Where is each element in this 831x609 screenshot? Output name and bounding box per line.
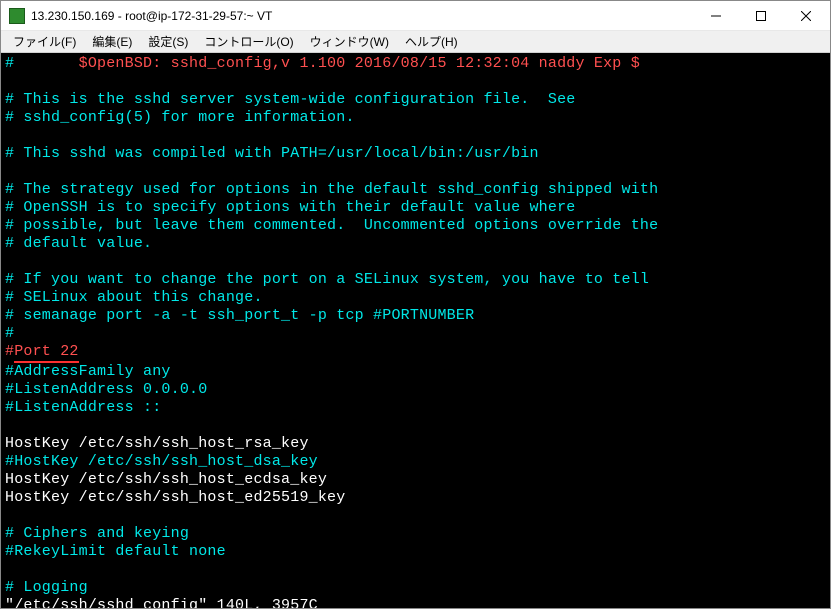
port-line: Port 22 (14, 343, 78, 363)
menu-settings[interactable]: 設定(S) (140, 31, 196, 52)
close-icon (801, 11, 811, 21)
term-line: #ListenAddress 0.0.0.0 (5, 381, 207, 398)
terminal-area[interactable]: # $OpenBSD: sshd_config,v 1.100 2016/08/… (1, 53, 830, 608)
term-line: # semanage port -a -t ssh_port_t -p tcp … (5, 307, 474, 324)
term-line: $OpenBSD: sshd_config,v 1.100 2016/08/15… (14, 55, 640, 72)
titlebar[interactable]: 13.230.150.169 - root@ip-172-31-29-57:~ … (1, 1, 830, 31)
window-controls (693, 2, 828, 30)
term-line: # This is the sshd server system-wide co… (5, 91, 576, 108)
window-title: 13.230.150.169 - root@ip-172-31-29-57:~ … (31, 9, 693, 23)
term-line: # (5, 325, 14, 342)
term-line: # Logging (5, 579, 88, 596)
app-icon (9, 8, 25, 24)
term-line: # sshd_config(5) for more information. (5, 109, 355, 126)
menubar: ファイル(F) 編集(E) 設定(S) コントロール(O) ウィンドウ(W) ヘ… (1, 31, 830, 53)
term-line: # Ciphers and keying (5, 525, 189, 542)
term-line: # SELinux about this change. (5, 289, 263, 306)
term-line: # (5, 343, 14, 360)
term-line: HostKey /etc/ssh/ssh_host_ed25519_key (5, 489, 345, 506)
menu-window[interactable]: ウィンドウ(W) (302, 31, 397, 52)
term-line: #ListenAddress :: (5, 399, 161, 416)
term-line: # The strategy used for options in the d… (5, 181, 658, 198)
term-line: #RekeyLimit default none (5, 543, 226, 560)
close-button[interactable] (783, 2, 828, 30)
term-line: # (5, 55, 14, 72)
term-line: # If you want to change the port on a SE… (5, 271, 649, 288)
menu-help[interactable]: ヘルプ(H) (397, 31, 466, 52)
maximize-button[interactable] (738, 2, 783, 30)
term-line: # OpenSSH is to specify options with the… (5, 199, 576, 216)
term-line: HostKey /etc/ssh/ssh_host_rsa_key (5, 435, 309, 452)
menu-control[interactable]: コントロール(O) (196, 31, 301, 52)
term-line: # This sshd was compiled with PATH=/usr/… (5, 145, 539, 162)
term-line: #HostKey /etc/ssh/ssh_host_dsa_key (5, 453, 318, 470)
term-line: #AddressFamily any (5, 363, 171, 380)
menu-edit[interactable]: 編集(E) (84, 31, 140, 52)
maximize-icon (756, 11, 766, 21)
window-frame: 13.230.150.169 - root@ip-172-31-29-57:~ … (0, 0, 831, 609)
vim-status-line: "/etc/ssh/sshd_config" 140L, 3957C (5, 597, 318, 608)
term-line: # possible, but leave them commented. Un… (5, 217, 658, 234)
term-line: HostKey /etc/ssh/ssh_host_ecdsa_key (5, 471, 327, 488)
term-line: # default value. (5, 235, 152, 252)
minimize-icon (711, 11, 721, 21)
menu-file[interactable]: ファイル(F) (5, 31, 84, 52)
minimize-button[interactable] (693, 2, 738, 30)
